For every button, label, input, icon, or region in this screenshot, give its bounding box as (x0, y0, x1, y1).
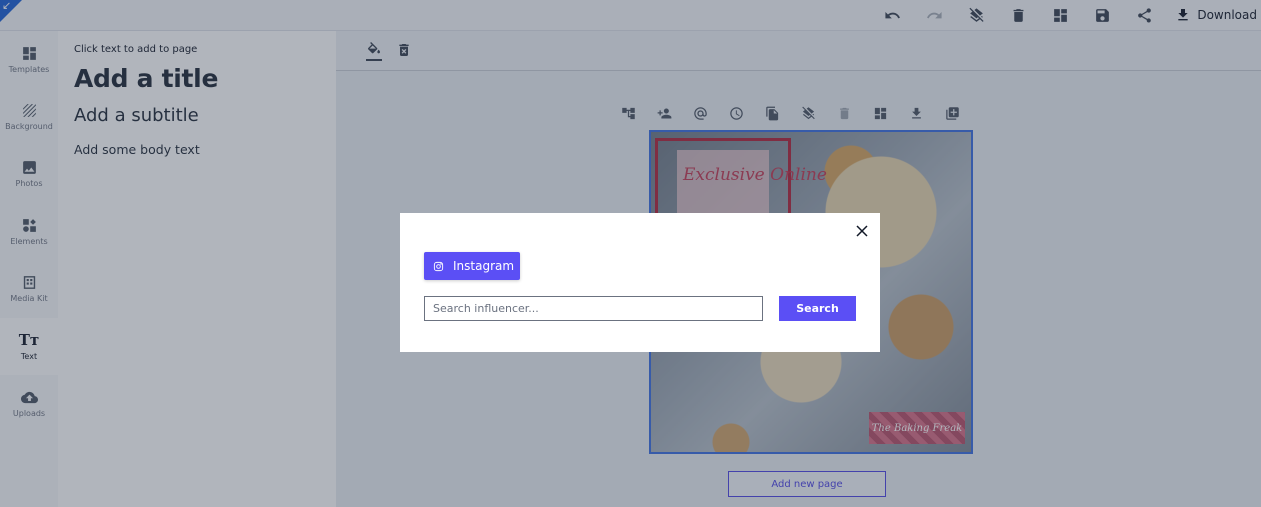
search-influencer-input[interactable] (424, 296, 763, 321)
search-button[interactable]: Search (779, 296, 856, 321)
influencer-search-modal: Instagram Search (400, 213, 880, 352)
instagram-tab-label: Instagram (453, 259, 515, 273)
instagram-tab[interactable]: Instagram (424, 252, 520, 280)
instagram-icon (433, 261, 444, 271)
close-icon[interactable] (854, 223, 870, 239)
